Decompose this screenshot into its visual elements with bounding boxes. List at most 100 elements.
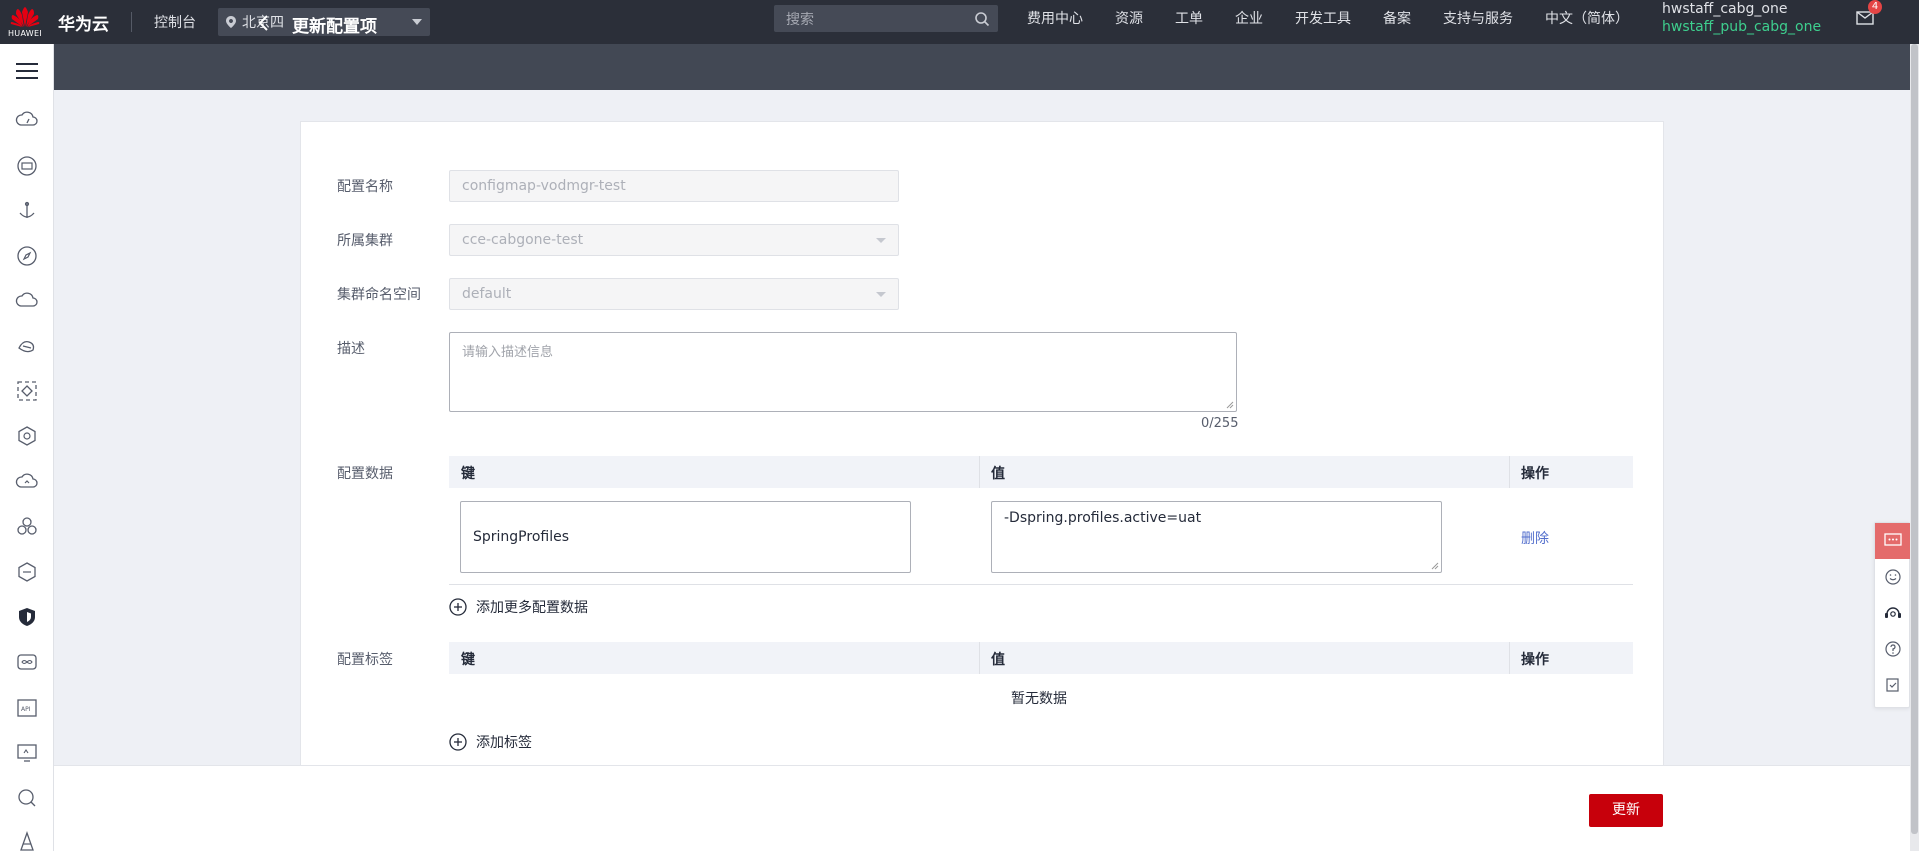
column-value: 值 — [991, 652, 1005, 668]
chat-icon — [1884, 533, 1902, 546]
column-divider — [1509, 456, 1510, 488]
description-placeholder: 请输入描述信息 — [462, 345, 554, 360]
page-scrollbar[interactable] — [1910, 44, 1919, 851]
nav-support[interactable]: 支持与服务 — [1443, 8, 1513, 28]
cluster-value: cce-cabgone-test — [462, 232, 584, 248]
nav-tickets[interactable]: 工单 — [1175, 8, 1203, 28]
location-pin-icon — [226, 16, 236, 28]
nav-language[interactable]: 中文（简体） — [1545, 8, 1629, 28]
config-key-input[interactable]: SpringProfiles — [460, 501, 911, 573]
diamond-box-icon[interactable] — [15, 379, 39, 403]
page-header — [54, 44, 1919, 90]
table-row: SpringProfiles -Dspring.profiles.active=… — [449, 488, 1633, 585]
cluster-icon[interactable] — [15, 515, 39, 539]
chevron-down-icon — [412, 19, 422, 25]
cloud-dashboard-icon[interactable] — [15, 108, 39, 132]
nav-enterprise[interactable]: 企业 — [1235, 8, 1263, 28]
config-tags-label: 配置标签 — [337, 652, 393, 668]
cluster-select[interactable]: cce-cabgone-test — [449, 224, 899, 256]
chevron-down-icon — [876, 292, 886, 297]
question-icon — [1885, 641, 1901, 657]
gear-hex-icon[interactable] — [15, 424, 39, 448]
column-key: 键 — [461, 466, 475, 482]
add-tag-label: 添加标签 — [476, 735, 532, 751]
tower-icon[interactable] — [15, 830, 39, 851]
config-value-textarea[interactable]: -Dspring.profiles.active=uat — [991, 501, 1442, 573]
column-action: 操作 — [1521, 466, 1549, 482]
namespace-label: 集群命名空间 — [337, 287, 421, 303]
page-title: 更新配置项 — [292, 17, 377, 37]
description-char-counter: 0/255 — [1201, 416, 1239, 431]
config-name-label: 配置名称 — [337, 179, 393, 195]
shield-icon[interactable] — [15, 605, 39, 629]
floating-tools-panel — [1874, 522, 1911, 708]
config-form-card: 配置名称 configmap-vodmgr-test 所属集群 cce-cabg… — [300, 121, 1664, 766]
search-input[interactable]: 搜索 — [774, 5, 998, 32]
chevron-down-icon — [876, 238, 886, 243]
column-divider — [1509, 642, 1510, 674]
add-tag-button[interactable]: 添加标签 — [449, 732, 532, 752]
user-account[interactable]: hwstaff_cabg_one hwstaff_pub_cabg_one — [1662, 0, 1821, 36]
config-data-table-header: 键 值 操作 — [449, 456, 1633, 488]
namespace-value: default — [462, 286, 512, 302]
user-name: hwstaff_cabg_one — [1662, 1, 1788, 17]
edit-checklist-icon — [1886, 678, 1899, 692]
divider — [131, 12, 132, 32]
svg-text:API: API — [21, 706, 31, 713]
api-icon[interactable]: API — [15, 696, 39, 720]
nav-icp[interactable]: 备案 — [1383, 8, 1411, 28]
column-key: 键 — [461, 652, 475, 668]
add-circle-icon — [449, 598, 467, 616]
compass-icon[interactable] — [15, 244, 39, 268]
config-tags-table-header: 键 值 操作 — [449, 642, 1633, 674]
anchor-icon[interactable] — [15, 199, 39, 223]
cluster-label: 所属集群 — [337, 233, 393, 249]
message-count-badge: 4 — [1868, 0, 1882, 14]
console-link[interactable]: 控制台 — [154, 12, 196, 32]
messages-button[interactable]: 4 — [1855, 0, 1882, 26]
delete-row-link[interactable]: 删除 — [1521, 528, 1549, 548]
huawei-logo[interactable]: HUAWEI — [0, 0, 50, 44]
top-nav-links: 费用中心 资源 工单 企业 开发工具 备案 支持与服务 中文（简体） — [1015, 0, 1645, 36]
user-sub-account: hwstaff_pub_cabg_one — [1662, 19, 1822, 35]
left-sidebar: API — [0, 44, 54, 851]
search-placeholder: 搜索 — [786, 11, 814, 28]
brand-name[interactable]: 华为云 — [58, 10, 109, 35]
survey-button[interactable] — [1875, 667, 1911, 703]
customer-service-button[interactable] — [1875, 595, 1911, 631]
nav-dev-tools[interactable]: 开发工具 — [1295, 8, 1351, 28]
cce-icon[interactable] — [15, 334, 39, 358]
ecs-icon[interactable] — [15, 154, 39, 178]
hamburger-menu-icon — [16, 63, 38, 79]
column-action: 操作 — [1521, 652, 1549, 668]
nav-resources[interactable]: 资源 — [1115, 8, 1143, 28]
headset-icon — [1885, 607, 1901, 618]
add-config-data-button[interactable]: 添加更多配置数据 — [449, 597, 588, 617]
column-value: 值 — [991, 466, 1005, 482]
description-label: 描述 — [337, 341, 365, 357]
cloud-upload-icon[interactable] — [15, 470, 39, 494]
chat-button[interactable] — [1875, 523, 1911, 559]
smiley-icon — [1885, 569, 1901, 585]
back-arrow-icon[interactable] — [254, 13, 274, 33]
infinity-box-icon[interactable] — [15, 650, 39, 674]
hexagon-icon[interactable] — [15, 560, 39, 584]
update-button[interactable]: 更新 — [1589, 794, 1663, 827]
config-name-field[interactable]: configmap-vodmgr-test — [449, 170, 899, 202]
config-data-label: 配置数据 — [337, 466, 393, 482]
search-icon[interactable] — [974, 11, 990, 27]
scrollbar-thumb[interactable] — [1911, 44, 1918, 834]
config-value-text: -Dspring.profiles.active=uat — [1004, 510, 1202, 526]
magnifier-icon[interactable] — [15, 786, 39, 810]
cloud-icon[interactable] — [15, 289, 39, 313]
monitor-icon[interactable] — [15, 741, 39, 765]
description-textarea[interactable]: 请输入描述信息 — [449, 332, 1237, 412]
huawei-logo-icon — [10, 7, 40, 27]
help-button[interactable] — [1875, 631, 1911, 667]
feedback-button[interactable] — [1875, 559, 1911, 595]
menu-toggle-button[interactable] — [0, 44, 54, 98]
namespace-select[interactable]: default — [449, 278, 899, 310]
resize-handle-icon[interactable] — [1226, 401, 1234, 409]
nav-billing[interactable]: 费用中心 — [1027, 8, 1083, 28]
resize-handle-icon[interactable] — [1431, 562, 1439, 570]
